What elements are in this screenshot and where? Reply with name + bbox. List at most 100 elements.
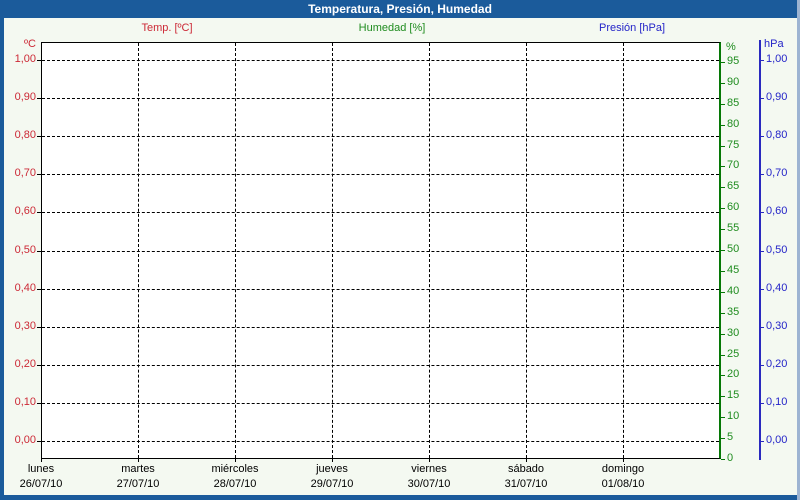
x-axis-tick: [332, 459, 333, 462]
y-axis-tick-humidity: [721, 292, 725, 293]
gridline-horizontal: [42, 289, 719, 290]
y-axis-tick-humidity: [721, 396, 725, 397]
gridline-horizontal: [42, 365, 719, 366]
y-axis-tick-temp: [37, 289, 41, 290]
x-axis-date: 31/07/10: [504, 478, 548, 490]
y-axis-tick-label-temp: 0,30: [14, 320, 36, 332]
y-axis-title-humidity: %: [726, 41, 736, 53]
x-axis-date: 30/07/10: [407, 478, 451, 490]
y-axis-tick-humidity: [721, 187, 725, 188]
x-axis-date: 28/07/10: [213, 478, 257, 490]
x-axis-tick: [526, 459, 527, 462]
y-axis-tick-humidity: [721, 459, 725, 460]
gridline-vertical: [138, 43, 139, 458]
y-axis-tick-humidity: [721, 375, 725, 376]
y-axis-tick-label-humidity: 90: [727, 76, 740, 88]
y-axis-tick-label-humidity: 45: [727, 264, 740, 276]
y-axis-tick-label-pressure: 0,00: [766, 434, 788, 446]
gridline-horizontal: [42, 60, 719, 61]
gridline-horizontal: [42, 174, 719, 175]
x-axis-tick: [138, 459, 139, 462]
y-axis-tick-label-humidity: 55: [727, 222, 740, 234]
y-axis-tick-label-humidity: 50: [727, 243, 740, 255]
y-axis-tick-temp: [37, 251, 41, 252]
y-axis-tick-label-humidity: 0: [727, 452, 734, 464]
window-title: Temperatura, Presión, Humedad: [308, 2, 492, 16]
y-axis-tick-label-humidity: 80: [727, 118, 740, 130]
y-axis-tick-label-temp: 1,00: [14, 53, 36, 65]
y-axis-tick-temp: [37, 441, 41, 442]
y-axis-tick-label-humidity: 85: [727, 97, 740, 109]
gridline-horizontal: [42, 327, 719, 328]
y-axis-tick-label-temp: 0,80: [14, 129, 36, 141]
y-axis-tick-label-pressure: 0,50: [766, 244, 788, 256]
chart-window: Temperatura, Presión, Humedad Temp. [ºC]…: [0, 0, 800, 500]
gridline-horizontal: [42, 403, 719, 404]
y-axis-tick-humidity: [721, 334, 725, 335]
y-axis-tick-temp: [37, 212, 41, 213]
gridline-vertical: [526, 43, 527, 458]
y-axis-tick-pressure: [761, 60, 764, 61]
y-axis-tick-humidity: [721, 104, 725, 105]
gridline-horizontal: [42, 251, 719, 252]
y-axis-tick-label-humidity: 40: [727, 285, 740, 297]
y-axis-tick-humidity: [721, 62, 725, 63]
y-axis-tick-pressure: [761, 441, 764, 442]
y-axis-tick-pressure: [761, 136, 764, 137]
gridline-horizontal: [42, 441, 719, 442]
y-axis-tick-temp: [37, 136, 41, 137]
y-axis-tick-label-humidity: 65: [727, 180, 740, 192]
y-axis-tick-pressure: [761, 327, 764, 328]
y-axis-tick-humidity: [721, 438, 725, 439]
legend-temp: Temp. [ºC]: [141, 22, 193, 34]
y-axis-tick-humidity: [721, 417, 725, 418]
y-axis-tick-label-humidity: 10: [727, 410, 740, 422]
y-axis-tick-pressure: [761, 289, 764, 290]
y-axis-tick-temp: [37, 98, 41, 99]
y-axis-tick-label-pressure: 0,90: [766, 91, 788, 103]
y-axis-tick-label-temp: 0,10: [14, 396, 36, 408]
x-axis-tick: [623, 459, 624, 462]
legend-humidity: Humedad [%]: [358, 22, 426, 34]
y-axis-tick-label-temp: 0,00: [14, 434, 36, 446]
y-axis-tick-humidity: [721, 250, 725, 251]
y-axis-tick-humidity: [721, 83, 725, 84]
y-axis-tick-pressure: [761, 98, 764, 99]
gridline-horizontal: [42, 212, 719, 213]
gridline-vertical: [235, 43, 236, 458]
y-axis-tick-label-temp: 0,70: [14, 167, 36, 179]
y-axis-tick-label-temp: 0,50: [14, 244, 36, 256]
y-axis-title-temp: ºC: [24, 38, 36, 50]
y-axis-tick-humidity: [721, 229, 725, 230]
window-title-bar: Temperatura, Presión, Humedad: [0, 0, 800, 18]
window-border-left: [0, 0, 4, 500]
legend-pressure: Presión [hPa]: [598, 22, 666, 34]
y-axis-tick-label-humidity: 35: [727, 306, 740, 318]
y-axis-tick-label-pressure: 0,40: [766, 282, 788, 294]
x-axis-date: 29/07/10: [310, 478, 354, 490]
chart-plot-area: [41, 42, 721, 459]
y-axis-tick-label-pressure: 0,10: [766, 396, 788, 408]
y-axis-tick-label-temp: 0,40: [14, 282, 36, 294]
y-axis-tick-humidity: [721, 208, 725, 209]
y-axis-tick-temp: [37, 365, 41, 366]
x-axis-tick: [429, 459, 430, 462]
y-axis-tick-label-humidity: 5: [727, 431, 734, 443]
y-axis-tick-temp: [37, 403, 41, 404]
x-axis-day-name: miércoles: [211, 463, 259, 475]
y-axis-tick-label-humidity: 75: [727, 139, 740, 151]
y-axis-tick-label-pressure: 0,30: [766, 320, 788, 332]
x-axis-day-name: martes: [121, 463, 155, 475]
y-axis-tick-humidity: [721, 146, 725, 147]
y-axis-tick-pressure: [761, 174, 764, 175]
y-axis-tick-label-humidity: 30: [727, 327, 740, 339]
window-border-bottom: [0, 495, 800, 500]
y-axis-tick-label-humidity: 20: [727, 368, 740, 380]
y-axis-title-pressure: hPa: [764, 38, 784, 50]
y-axis-tick-humidity: [721, 125, 725, 126]
y-axis-tick-label-pressure: 0,70: [766, 167, 788, 179]
y-axis-tick-label-humidity: 95: [727, 55, 740, 67]
x-axis-day-name: jueves: [316, 463, 348, 475]
x-axis-day-name: viernes: [411, 463, 447, 475]
gridline-vertical: [429, 43, 430, 458]
